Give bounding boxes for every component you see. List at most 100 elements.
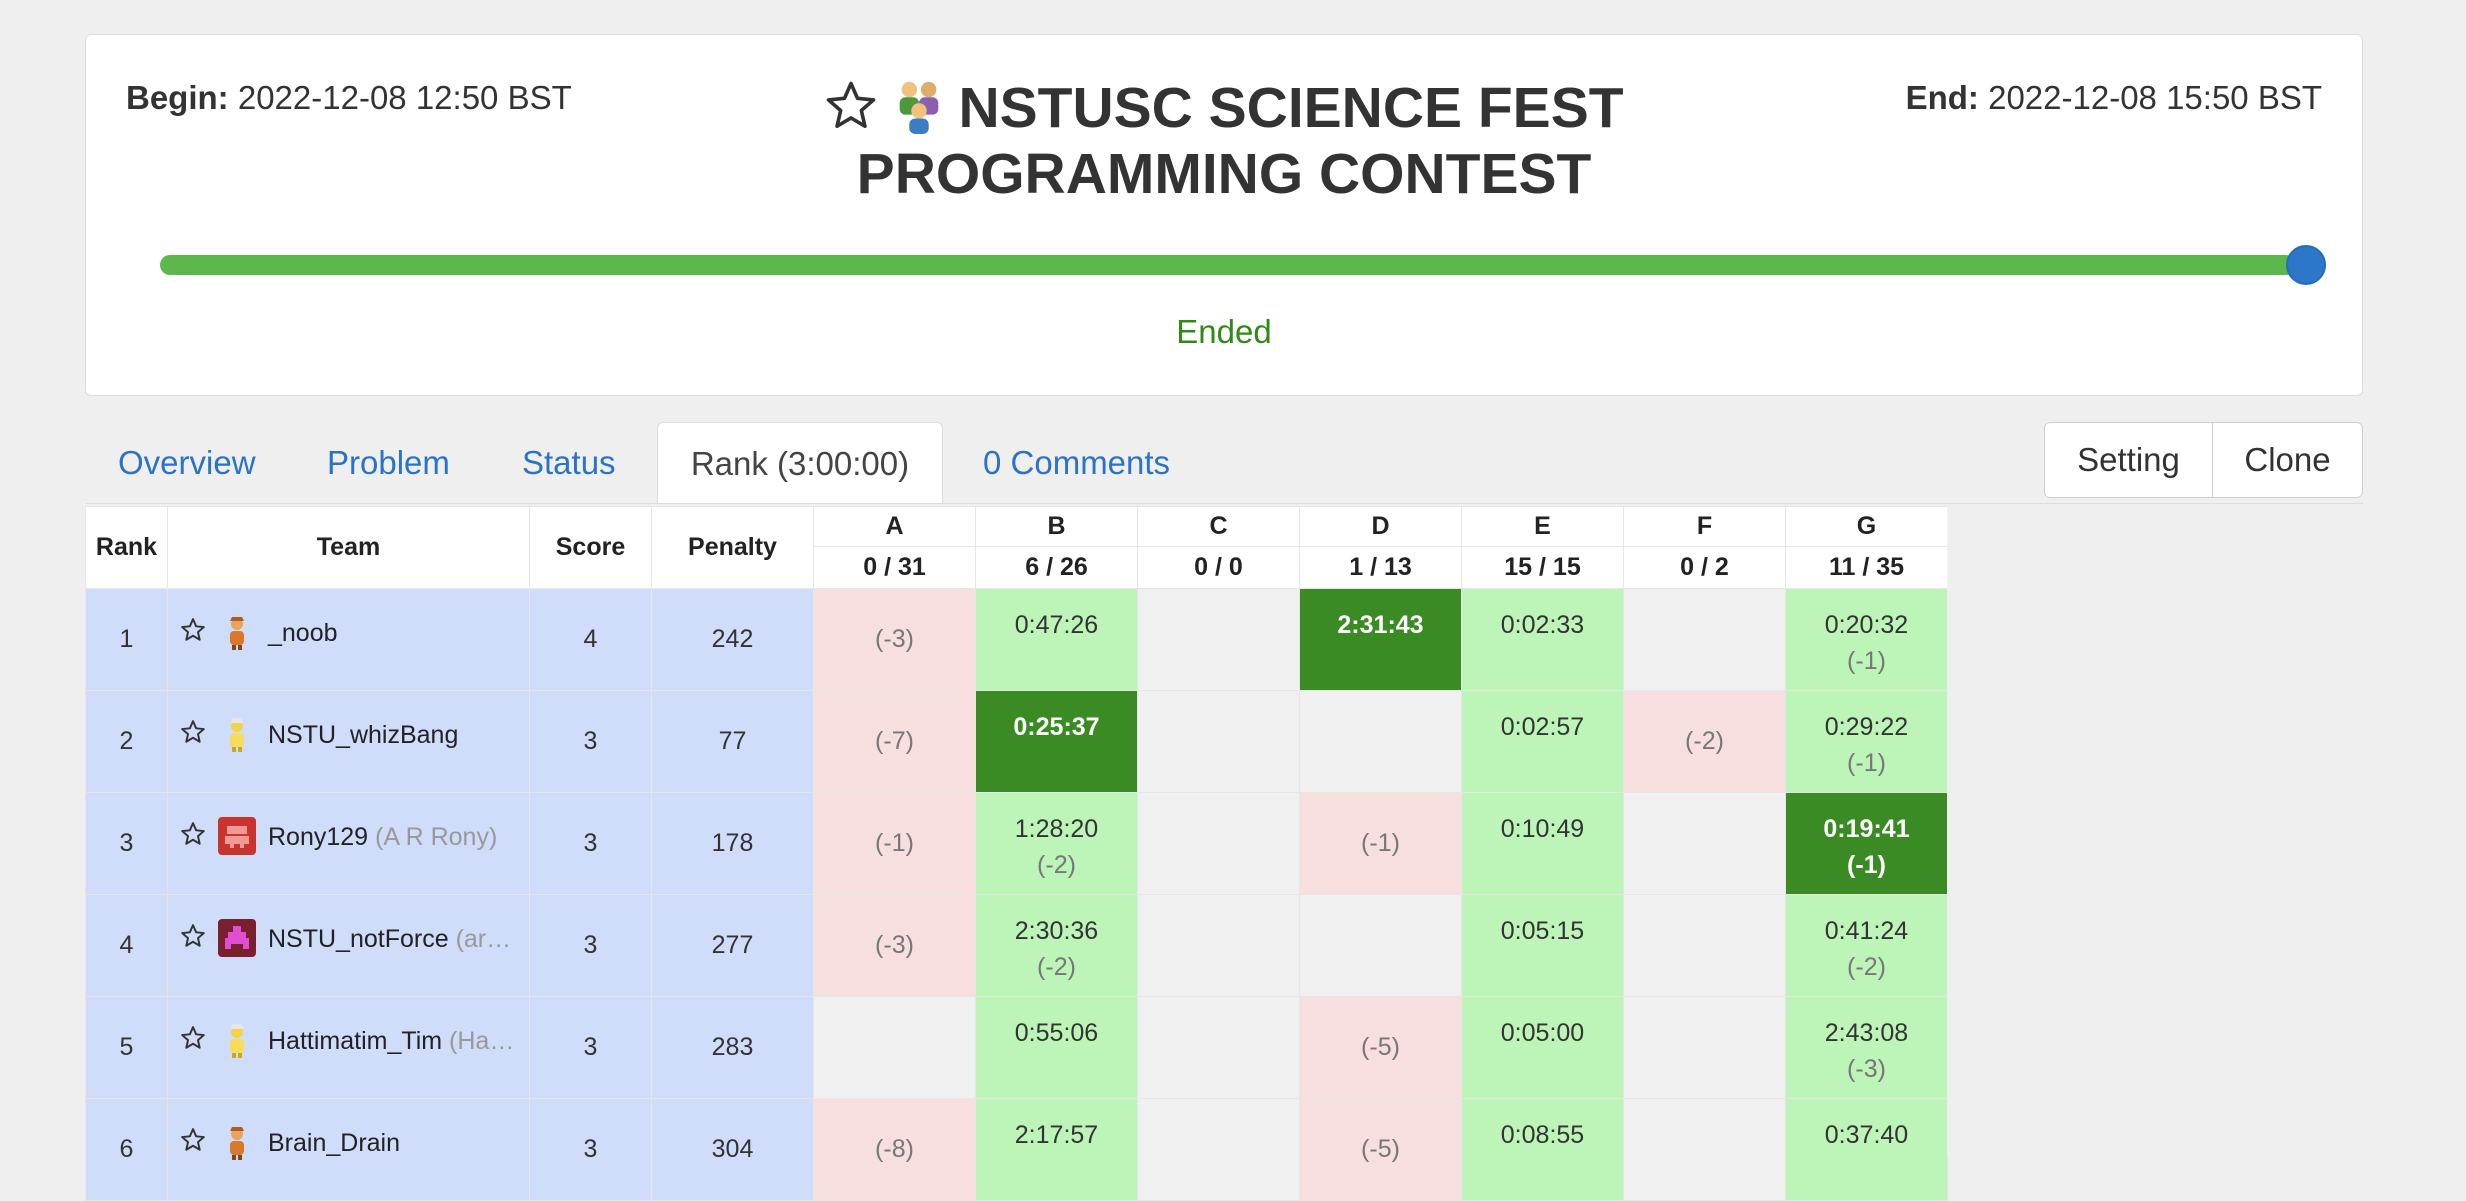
problem-e-cell[interactable]: 0:02:33 <box>1461 588 1624 691</box>
rank-row: 2 NSTU_whizBang 3 77 (-7) 0:25:37 0:02:57 (-2) 0… <box>85 690 1948 793</box>
problem-header-a[interactable]: A <box>813 506 976 547</box>
rank-row: 6 Brain_Drain 3 304 (-8) 2:17:57 (-5) 0:08:55 0:… <box>85 1098 1948 1201</box>
team-cell: _noob <box>167 588 530 691</box>
problem-d-cell[interactable]: (-5) <box>1299 1098 1462 1201</box>
penalty-cell: 277 <box>651 894 814 997</box>
header-rank[interactable]: Rank <box>85 506 168 589</box>
contest-end: End: 2022-12-08 15:50 BST <box>1906 79 2322 117</box>
problem-e-cell[interactable]: 0:02:57 <box>1461 690 1624 793</box>
problem-b-cell[interactable]: 2:30:36 (-2) <box>975 894 1138 997</box>
wrong-attempts: (-1) <box>1847 851 1886 879</box>
problem-f-cell[interactable]: (-2) <box>1623 690 1786 793</box>
team-name[interactable]: _noob <box>268 619 338 647</box>
penalty-cell: 283 <box>651 996 814 1099</box>
problem-g-cell[interactable]: 2:43:08 (-3) <box>1785 996 1948 1099</box>
favorite-star-icon[interactable] <box>180 719 206 745</box>
problem-e-cell[interactable]: 0:05:15 <box>1461 894 1624 997</box>
team-real-name: (A R Rony) <box>375 822 498 851</box>
team-real-name: (Ha… <box>449 1026 515 1055</box>
problem-g-cell[interactable]: 0:41:24 (-2) <box>1785 894 1948 997</box>
team-cell: Hattimatim_Tim (Ha… <box>167 996 530 1099</box>
team-contest-icon <box>890 75 948 135</box>
team-name[interactable]: Hattimatim_Tim <box>268 1027 442 1055</box>
wrong-attempts: (-2) <box>1037 851 1076 879</box>
problem-c-cell <box>1137 894 1300 997</box>
rank-row: 3 Rony129 (A R Rony) 3 178 (-1) 1:28:20 (-2) (-… <box>85 792 1948 895</box>
problem-b-cell[interactable]: 0:55:06 <box>975 996 1138 1099</box>
tab-overview[interactable]: Overview <box>118 422 256 504</box>
team-cell: NSTU_notForce (ar… <box>167 894 530 997</box>
tab-status[interactable]: Status <box>522 422 616 504</box>
problem-a-cell[interactable]: (-3) <box>813 588 976 691</box>
solve-time: 0:08:55 <box>1500 1121 1585 1149</box>
problem-g-cell[interactable]: 0:20:32 (-1) <box>1785 588 1948 691</box>
team-avatar-icon <box>218 715 256 753</box>
wrong-attempts: (-1) <box>1847 749 1886 777</box>
team-name[interactable]: NSTU_whizBang <box>268 721 458 749</box>
wrong-attempts: (-2) <box>1037 953 1076 981</box>
problem-g-cell[interactable]: 0:29:22 (-1) <box>1785 690 1948 793</box>
problem-a-cell[interactable]: (-1) <box>813 792 976 895</box>
favorite-star-icon[interactable] <box>180 617 206 643</box>
rank-cell: 3 <box>85 792 168 895</box>
header-team[interactable]: Team <box>167 506 530 589</box>
problem-a-cell[interactable]: (-3) <box>813 894 976 997</box>
team-name[interactable]: Rony129 <box>268 823 368 851</box>
problem-d-cell[interactable]: (-1) <box>1299 792 1462 895</box>
problem-header-b[interactable]: B <box>975 506 1138 547</box>
title-line-2: PROGRAMMING CONTEST <box>856 142 1592 206</box>
rank-actions: Setting Clone <box>2044 422 2363 498</box>
team-name[interactable]: NSTU_notForce <box>268 925 449 953</box>
problem-header-g[interactable]: G <box>1785 506 1948 547</box>
problem-c-cell <box>1137 1098 1300 1201</box>
problem-c-cell <box>1137 690 1300 793</box>
favorite-star-icon[interactable] <box>180 821 206 847</box>
tab-problem[interactable]: Problem <box>327 422 450 504</box>
header-score[interactable]: Score <box>529 506 652 589</box>
problem-e-cell[interactable]: 0:05:00 <box>1461 996 1624 1099</box>
problem-stat-a: 0 / 31 <box>813 546 976 589</box>
problem-d-cell <box>1299 690 1462 793</box>
favorite-star-icon[interactable] <box>180 1127 206 1153</box>
problem-b-cell[interactable]: 2:17:57 <box>975 1098 1138 1201</box>
problem-g-cell[interactable]: 0:19:41 (-1) <box>1785 792 1948 895</box>
tab-rank[interactable]: Rank (3:00:00) <box>657 422 943 504</box>
problem-e-cell[interactable]: 0:08:55 <box>1461 1098 1624 1201</box>
contest-progress-bar <box>160 255 2296 275</box>
setting-button[interactable]: Setting <box>2044 422 2213 498</box>
progress-slider-handle[interactable] <box>2286 245 2326 285</box>
solve-time: 0:05:00 <box>1500 1019 1585 1047</box>
favorite-star-icon[interactable] <box>180 1025 206 1051</box>
problem-header-e[interactable]: E <box>1461 506 1624 547</box>
problem-header-f[interactable]: F <box>1623 506 1786 547</box>
problem-b-cell[interactable]: 1:28:20 (-2) <box>975 792 1138 895</box>
header-penalty[interactable]: Penalty <box>651 506 814 589</box>
tab-comments[interactable]: 0 Comments <box>983 422 1170 504</box>
clone-button[interactable]: Clone <box>2213 422 2363 498</box>
problem-header-d[interactable]: D <box>1299 506 1462 547</box>
wrong-attempts: (-1) <box>875 829 914 857</box>
rank-row: 1 _noob 4 242 (-3) 0:47:26 2:31:43 0:02:33 0:20:… <box>85 588 1948 691</box>
solve-time: 0:47:26 <box>1014 611 1099 639</box>
problem-b-cell[interactable]: 0:47:26 <box>975 588 1138 691</box>
score-cell: 3 <box>529 792 652 895</box>
problem-e-cell[interactable]: 0:10:49 <box>1461 792 1624 895</box>
problem-g-cell[interactable]: 0:37:40 <box>1785 1098 1948 1201</box>
favorite-star-icon[interactable] <box>180 923 206 949</box>
problem-d-cell[interactable]: (-5) <box>1299 996 1462 1099</box>
solve-time: 1:28:20 <box>1014 815 1099 843</box>
solve-time: 0:05:15 <box>1500 917 1585 945</box>
rank-table-body: 1 _noob 4 242 (-3) 0:47:26 2:31:43 0:02:33 0:20:… <box>85 588 1948 1201</box>
wrong-attempts: (-8) <box>875 1135 914 1163</box>
end-value: 2022-12-08 15:50 BST <box>1988 79 2322 116</box>
problem-b-cell[interactable]: 0:25:37 <box>975 690 1138 793</box>
team-name[interactable]: Brain_Drain <box>268 1129 400 1157</box>
rank-cell: 5 <box>85 996 168 1099</box>
problem-d-cell[interactable]: 2:31:43 <box>1299 588 1462 691</box>
problem-header-c[interactable]: C <box>1137 506 1300 547</box>
solve-time: 2:17:57 <box>1014 1121 1099 1149</box>
problem-stat-d: 1 / 13 <box>1299 546 1462 589</box>
problem-a-cell[interactable]: (-7) <box>813 690 976 793</box>
favorite-star-icon[interactable] <box>824 79 878 133</box>
problem-a-cell[interactable]: (-8) <box>813 1098 976 1201</box>
